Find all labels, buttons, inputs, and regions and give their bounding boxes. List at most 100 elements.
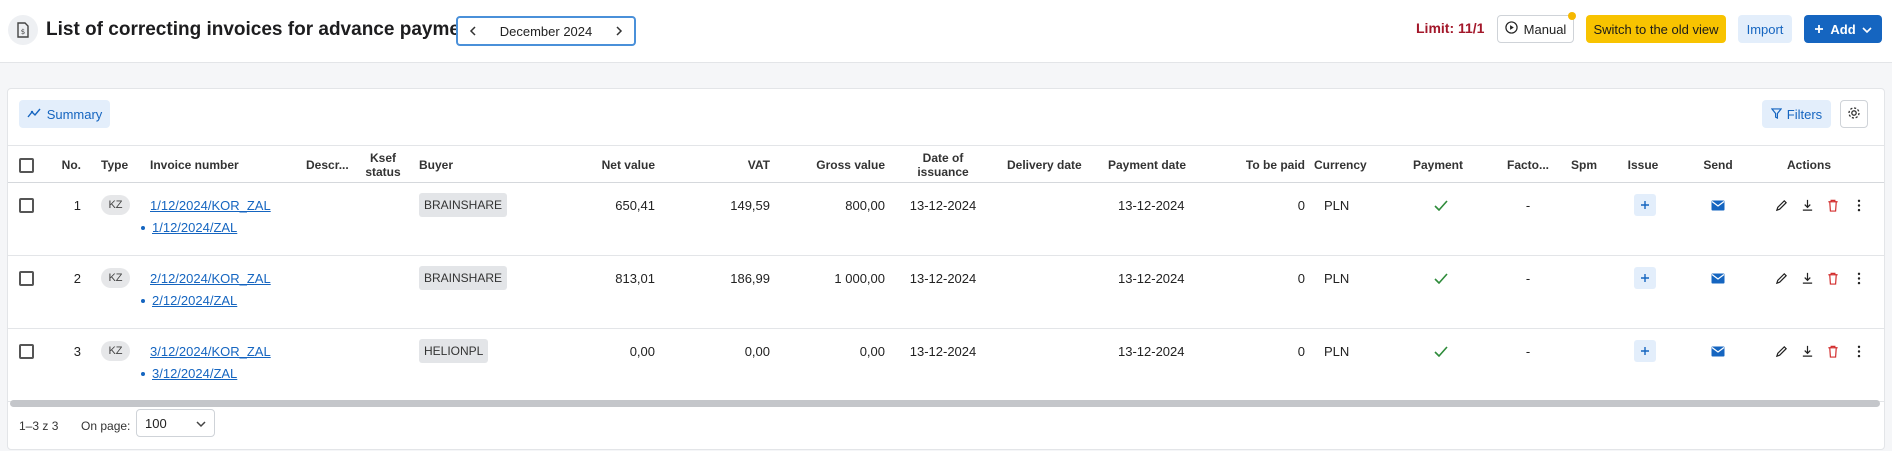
send-email-icon[interactable] [1688,341,1748,361]
vat-value: 0,00 [744,343,770,359]
delete-trash-icon[interactable] [1825,270,1841,286]
month-label: December 2024 [499,23,593,39]
issue-add-button[interactable] [1634,340,1656,362]
col-payment[interactable]: Payment [1403,146,1473,184]
import-button[interactable]: Import [1738,15,1792,43]
vat-value: 149,59 [730,197,770,213]
row-checkbox[interactable] [19,197,34,213]
invoice-list-card: Summary Filters No. Type Invoice number … [7,88,1885,450]
send-email-icon[interactable] [1688,268,1748,288]
edit-pencil-icon[interactable] [1773,343,1789,359]
bullet-icon [141,298,145,303]
edit-pencil-icon[interactable] [1773,197,1789,213]
factoring-value: - [1525,343,1531,359]
table-header: No. Type Invoice number Descr... Ksef st… [8,145,1884,183]
filters-button[interactable]: Filters [1762,100,1831,128]
pagination-count: 1–3 z 3 [19,419,59,433]
col-spm[interactable]: Spm [1564,146,1604,184]
old-view-button[interactable]: Switch to the old view [1586,15,1726,43]
delete-trash-icon[interactable] [1825,197,1841,213]
limit-indicator: Limit: 11/1 [1416,20,1485,36]
net-value: 813,01 [615,270,655,286]
to-be-paid-value: 0 [1297,270,1305,286]
more-vertical-icon[interactable] [1851,270,1867,286]
related-invoice-link[interactable]: 2/12/2024/ZAL [152,293,237,308]
page-size-select[interactable]: 100 [136,409,215,437]
gross-value: 0,00 [859,343,885,359]
vat-value: 186,99 [730,270,770,286]
gear-icon [1847,106,1861,123]
col-type[interactable]: Type [101,146,141,184]
col-factoring[interactable]: Facto... [1498,146,1558,184]
summary-button[interactable]: Summary [19,100,110,128]
settings-button[interactable] [1840,100,1868,128]
table-row: 2 KZ 2/12/2024/KOR_ZAL 2/12/2024/ZAL BRA… [8,256,1884,329]
invoice-number-link[interactable]: 1/12/2024/KOR_ZAL [150,198,271,213]
type-badge: KZ [101,268,130,288]
net-value: 0,00 [629,343,655,359]
related-invoice-link[interactable]: 1/12/2024/ZAL [152,220,237,235]
col-buyer[interactable]: Buyer [419,146,479,184]
play-circle-icon [1504,21,1518,37]
chevron-down-icon [196,416,206,431]
row-checkbox[interactable] [19,270,34,286]
download-icon[interactable] [1799,343,1815,359]
buyer-chip[interactable]: BRAINSHARE [419,266,508,290]
issuance-date: 13-12-2024 [909,270,977,286]
page-size-label: On page: [81,419,131,433]
col-delivery-date[interactable]: Delivery date [1007,146,1097,184]
col-issue[interactable]: Issue [1613,146,1673,184]
chevron-right-icon[interactable] [612,24,626,38]
row-number: 2 [73,270,81,286]
chevron-down-icon[interactable] [1862,22,1872,37]
col-invoice-number[interactable]: Invoice number [150,146,260,184]
related-invoice-link[interactable]: 3/12/2024/ZAL [152,366,237,381]
col-no[interactable]: No. [48,146,81,184]
col-currency[interactable]: Currency [1314,146,1374,184]
bullet-icon [141,225,145,230]
plus-icon [1814,22,1824,37]
issue-add-button[interactable] [1634,194,1656,216]
month-picker[interactable]: December 2024 [456,16,636,46]
col-vat[interactable]: VAT [708,146,770,184]
add-button[interactable]: Add [1804,15,1882,43]
page-title: List of correcting invoices for advance … [46,19,489,40]
delete-trash-icon[interactable] [1825,343,1841,359]
manual-label: Manual [1523,21,1567,37]
col-actions: Actions [1786,158,1831,172]
manual-button[interactable]: Manual [1497,15,1574,43]
edit-pencil-icon[interactable] [1773,270,1789,286]
factoring-value: - [1525,270,1531,286]
col-date-of-issuance[interactable]: Date of issuance [908,146,978,184]
chevron-left-icon[interactable] [466,24,480,38]
payment-date: 13-12-2024 [1118,197,1185,213]
invoice-number-link[interactable]: 2/12/2024/KOR_ZAL [150,271,271,286]
paid-check-icon [1428,268,1454,288]
col-description[interactable]: Descr... [306,146,351,184]
col-send[interactable]: Send [1688,146,1748,184]
more-vertical-icon[interactable] [1851,197,1867,213]
paid-check-icon [1428,195,1454,215]
more-vertical-icon[interactable] [1851,343,1867,359]
to-be-paid-value: 0 [1297,343,1305,359]
invoice-number-link[interactable]: 3/12/2024/KOR_ZAL [150,344,271,359]
send-email-icon[interactable] [1688,195,1748,215]
bullet-icon [141,371,145,376]
horizontal-scrollbar[interactable] [10,400,1880,407]
download-icon[interactable] [1799,270,1815,286]
table-row: 1 KZ 1/12/2024/KOR_ZAL 1/12/2024/ZAL BRA… [8,183,1884,256]
buyer-chip[interactable]: BRAINSHARE [419,193,508,217]
issue-add-button[interactable] [1634,267,1656,289]
col-gross-value[interactable]: Gross value [798,146,885,184]
select-all-checkbox[interactable] [19,157,34,173]
col-to-be-paid[interactable]: To be paid [1218,146,1305,184]
download-icon[interactable] [1799,197,1815,213]
type-badge: KZ [101,341,130,361]
col-payment-date[interactable]: Payment date [1108,146,1198,184]
row-checkbox[interactable] [19,343,34,359]
col-net-value[interactable]: Net value [548,146,655,184]
buyer-chip[interactable]: HELIONPL [419,339,489,363]
summary-chart-icon [27,107,41,122]
currency-value: PLN [1324,343,1350,359]
col-ksef-status[interactable]: Ksef status [358,146,408,184]
